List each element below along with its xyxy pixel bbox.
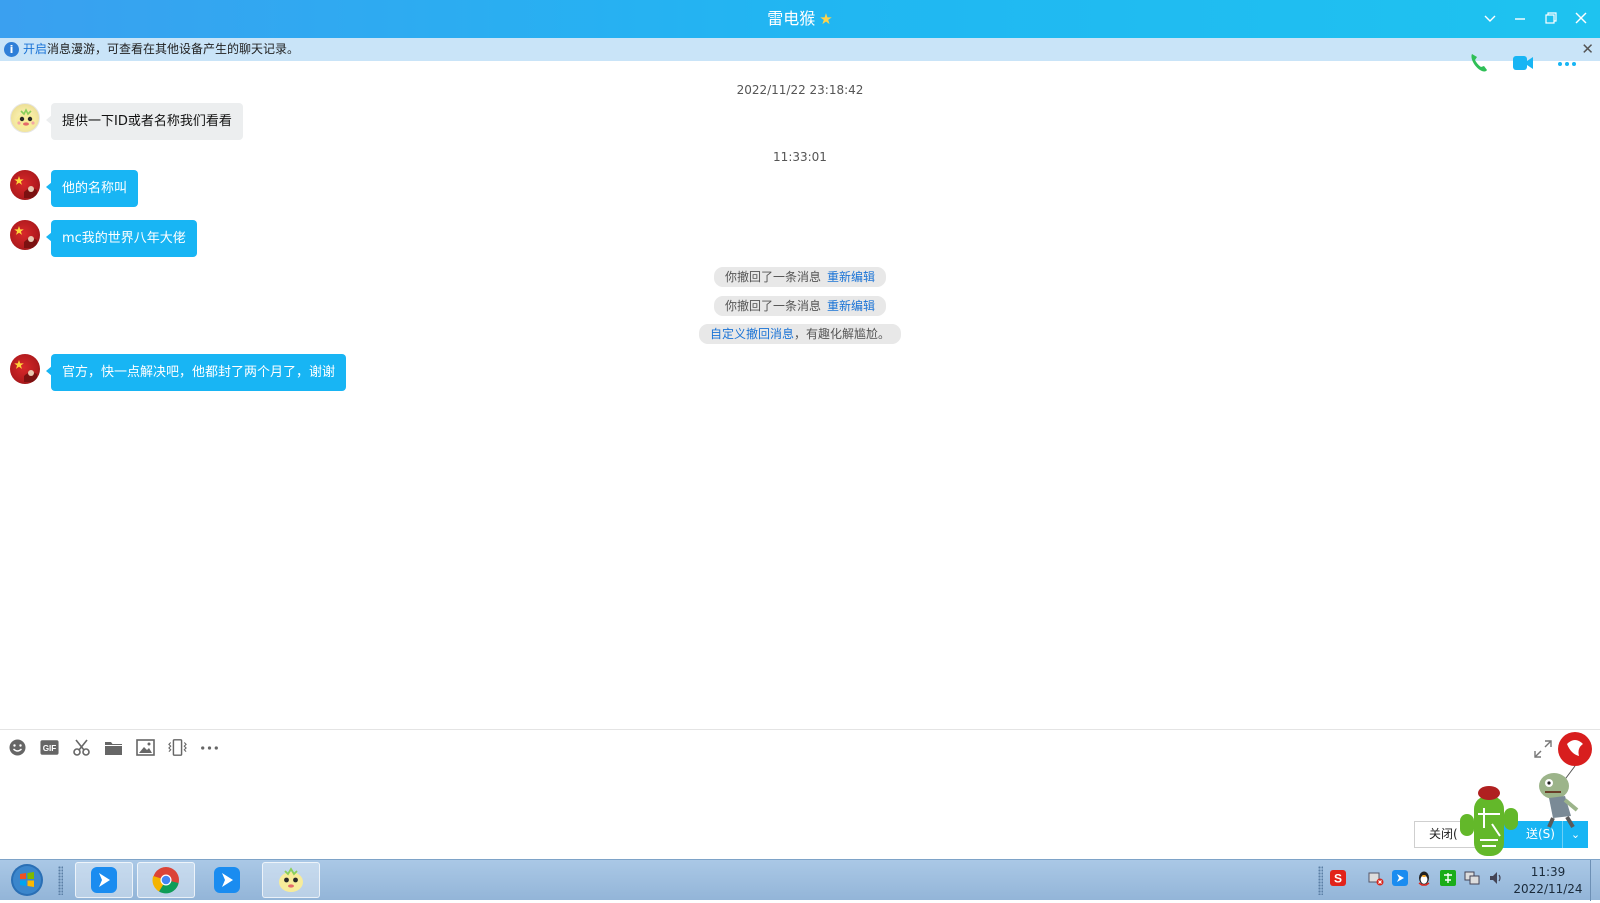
gif-icon[interactable]: GIF — [40, 738, 59, 757]
recall-notice: 你撤回了一条消息 重新编辑 — [0, 295, 1600, 316]
zombie-sticker-image — [1523, 730, 1600, 829]
custom-recall-pill: 自定义撤回消息，有趣化解尴尬。 — [698, 324, 902, 344]
more-icon[interactable] — [200, 738, 219, 757]
info-icon: i — [4, 42, 19, 57]
window-title: 雷电猴 — [767, 9, 816, 28]
info-text: 消息漫游，可查看在其他设备产生的聊天记录。 — [47, 42, 300, 56]
window-title-wrap: 雷电猴 ★ — [0, 0, 1600, 38]
timestamp: 11:33:01 — [773, 150, 827, 164]
restore-icon[interactable] — [1536, 0, 1566, 38]
emoji-icon[interactable] — [8, 738, 27, 757]
taskbar-clock[interactable]: 11:39 2022/11/24 — [1508, 864, 1588, 898]
message-bubble[interactable]: 官方，快一点解决吧，他都封了两个月了，谢谢 — [45, 354, 347, 391]
re-edit-link[interactable]: 重新编辑 — [827, 270, 875, 284]
qq-penguin-icon[interactable] — [1416, 870, 1432, 886]
chat-history[interactable]: 2022/11/22 23:18:42 提供一下ID或者名称我们看看 11:33… — [0, 61, 1600, 729]
avatar[interactable] — [10, 170, 40, 200]
show-desktop-button[interactable] — [1590, 860, 1600, 901]
network-error-icon[interactable] — [1368, 870, 1384, 886]
recall-notice-pill: 你撤回了一条消息 重新编辑 — [713, 296, 887, 316]
close-icon[interactable] — [1566, 0, 1596, 38]
star-icon: ★ — [819, 10, 833, 28]
recall-notice: 你撤回了一条消息 重新编辑 — [0, 266, 1600, 287]
clock-date: 2022/11/24 — [1513, 882, 1583, 896]
cactus-sticker-image — [1456, 784, 1522, 860]
minimize-icon[interactable] — [1505, 0, 1535, 38]
scissors-icon[interactable] — [72, 738, 91, 757]
avatar[interactable] — [10, 220, 40, 250]
input-divider — [0, 729, 1600, 730]
title-bar: 雷电猴 ★ — [0, 0, 1600, 38]
chevron-down-icon[interactable] — [1475, 0, 1505, 38]
input-toolbar: GIF — [8, 738, 219, 760]
roaming-info-bar: i 开启消息漫游，可查看在其他设备产生的聊天记录。 ✕ — [0, 38, 1600, 61]
message-bubble[interactable]: mc我的世界八年大佬 — [46, 220, 197, 257]
taskbar: S 11:39 2022/11/24 — [0, 859, 1600, 901]
taskbar-app-leidianhou[interactable] — [262, 862, 320, 898]
network-icon[interactable] — [1464, 870, 1480, 886]
recall-notice-text: 你撤回了一条消息 — [724, 270, 821, 284]
avatar[interactable] — [10, 103, 40, 133]
tray-grip — [1318, 866, 1323, 895]
message-bubble[interactable]: 提供一下ID或者名称我们看看 — [46, 103, 243, 140]
feishu-tray-icon[interactable] — [1392, 870, 1408, 886]
taskbar-app-feishu[interactable] — [75, 862, 133, 898]
avatar[interactable] — [10, 354, 40, 384]
system-tray: S — [1330, 870, 1504, 892]
clock-time: 11:39 — [1530, 865, 1566, 879]
sogou-input-icon[interactable]: S — [1330, 870, 1346, 886]
custom-recall-link[interactable]: 自定义撤回消息 — [710, 327, 794, 341]
recall-notice-text: 你撤回了一条消息 — [724, 299, 821, 313]
info-text-wrap: 开启消息漫游，可查看在其他设备产生的聊天记录。 — [23, 38, 299, 61]
image-icon[interactable] — [136, 738, 155, 757]
recall-notice-pill: 你撤回了一条消息 重新编辑 — [713, 267, 887, 287]
start-button[interactable] — [4, 862, 51, 899]
volume-icon[interactable] — [1488, 870, 1504, 886]
gif-label: GIF — [43, 744, 57, 753]
sogou-label: S — [1334, 872, 1342, 886]
enable-roaming-link[interactable]: 开启 — [23, 42, 47, 56]
custom-recall-text: ，有趣化解尴尬。 — [794, 327, 891, 341]
taskbar-app-feishu-2[interactable] — [198, 862, 256, 898]
green-app-tray-icon[interactable] — [1440, 870, 1456, 886]
custom-recall-tip: 自定义撤回消息，有趣化解尴尬。 — [0, 323, 1600, 344]
taskbar-grip — [58, 866, 63, 895]
timestamp: 2022/11/22 23:18:42 — [736, 83, 864, 97]
re-edit-link[interactable]: 重新编辑 — [827, 299, 875, 313]
info-close-icon[interactable]: ✕ — [1581, 38, 1594, 61]
folder-icon[interactable] — [104, 738, 123, 757]
vibrate-icon[interactable] — [168, 738, 187, 757]
message-input[interactable] — [0, 768, 1430, 816]
message-bubble[interactable]: 他的名称叫 — [45, 170, 139, 207]
taskbar-app-chrome[interactable] — [137, 862, 195, 898]
